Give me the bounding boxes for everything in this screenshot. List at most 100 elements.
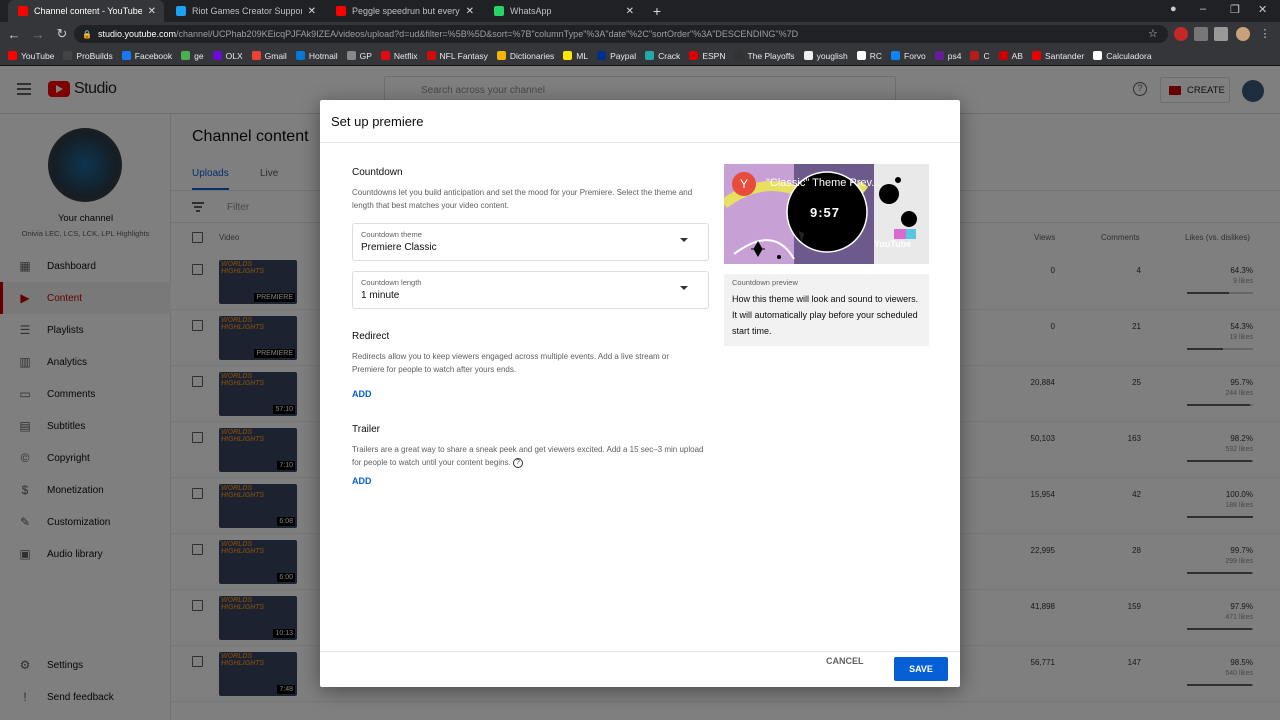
countdown-preview-caption: Countdown preview bbox=[732, 278, 798, 287]
bookmark-item[interactable]: ESPN bbox=[689, 51, 725, 61]
bookmark-favicon-icon bbox=[803, 51, 813, 60]
bookmark-label: Dictionaries bbox=[509, 50, 555, 61]
bookmark-item[interactable]: NFL Fantasy bbox=[426, 50, 488, 61]
cancel-button[interactable]: CANCEL bbox=[826, 656, 864, 666]
bookmark-item[interactable]: ProBuilds bbox=[63, 50, 113, 61]
bookmark-item[interactable]: C bbox=[970, 51, 990, 61]
bookmark-item[interactable]: Forvo bbox=[891, 51, 926, 61]
browser-tab[interactable]: Riot Games Creator Support no T ✕ bbox=[166, 0, 324, 22]
browser-tab[interactable]: Peggle speedrun but every death ✕ bbox=[326, 0, 482, 22]
bookmark-label: ESPN bbox=[702, 50, 726, 61]
preview-video-title: "Classic" Theme Prev... bbox=[766, 177, 881, 189]
bookmark-label: Netflix bbox=[393, 50, 418, 61]
bookmark-item[interactable]: YouTube bbox=[8, 51, 54, 61]
bookmark-label: Crack bbox=[658, 50, 681, 61]
bookmark-item[interactable]: Gmail bbox=[251, 51, 287, 61]
bookmark-item[interactable]: Crack bbox=[645, 51, 680, 61]
bookmark-label: Forvo bbox=[904, 50, 926, 61]
bookmark-label: Calculadora bbox=[1106, 50, 1152, 61]
bookmark-item[interactable]: Paypal bbox=[597, 51, 636, 61]
countdown-preview-video[interactable]: Y "Classic" Theme Prev... 9:57 YouTube bbox=[724, 164, 929, 264]
bookmark-item[interactable]: Netflix bbox=[380, 50, 418, 61]
close-tab-icon[interactable]: ✕ bbox=[148, 6, 156, 17]
bookmark-item[interactable]: OLX bbox=[212, 50, 243, 61]
bookmark-favicon-icon bbox=[970, 51, 980, 60]
profile-icon[interactable]: ● bbox=[1170, 3, 1177, 15]
redirect-description: Redirects allow you to keep viewers enga… bbox=[352, 352, 670, 374]
extension-icon[interactable] bbox=[1174, 27, 1188, 41]
close-window-icon[interactable]: ✕ bbox=[1258, 3, 1267, 16]
bookmark-favicon-icon bbox=[63, 51, 73, 60]
url-path: /channel/UCPhab209KEicqPJFAk9IZEA/videos… bbox=[176, 29, 799, 39]
bookmark-favicon-icon bbox=[496, 51, 506, 60]
close-tab-icon[interactable]: ✕ bbox=[308, 6, 316, 17]
bookmark-item[interactable]: RC bbox=[856, 50, 883, 61]
tab-favicon-icon bbox=[18, 6, 28, 16]
bookmark-favicon-icon bbox=[212, 51, 222, 60]
trailer-description: Trailers are a great way to share a snea… bbox=[352, 443, 714, 469]
preview-youtube-watermark: YouTube bbox=[874, 239, 912, 249]
bookmark-favicon-icon bbox=[1093, 51, 1103, 60]
bookmark-item[interactable]: ps4 bbox=[934, 50, 962, 61]
bookmark-item[interactable]: AB bbox=[998, 50, 1023, 61]
dialog-title: Set up premiere bbox=[331, 113, 424, 129]
save-button[interactable]: SAVE bbox=[894, 657, 948, 681]
profile-avatar[interactable] bbox=[1236, 27, 1250, 41]
url-field[interactable]: 🔒 studio.youtube.com/channel/UCPhab209KE… bbox=[74, 25, 1168, 43]
bookmark-item[interactable]: ge bbox=[181, 51, 204, 61]
bookmark-favicon-icon bbox=[734, 51, 744, 60]
browser-tab[interactable]: Channel content - YouTube S ✕ bbox=[8, 0, 164, 22]
new-tab-button[interactable]: + bbox=[650, 4, 664, 18]
bookmark-label: The Playoffs bbox=[747, 50, 795, 61]
back-icon[interactable]: ← bbox=[4, 24, 24, 44]
bookmark-favicon-icon bbox=[934, 51, 944, 60]
bookmark-label: NFL Fantasy bbox=[439, 50, 488, 61]
bookmark-favicon-icon bbox=[251, 51, 261, 60]
maximize-icon[interactable]: ❐ bbox=[1230, 3, 1240, 16]
bookmark-label: ps4 bbox=[947, 50, 962, 61]
bookmark-item[interactable]: Calculadora bbox=[1093, 50, 1152, 61]
bookmark-item[interactable]: youglish bbox=[803, 50, 848, 61]
bookmark-favicon-icon bbox=[597, 51, 607, 60]
bookmark-label: youglish bbox=[816, 50, 848, 61]
trailer-description-text: Trailers are a great way to share a snea… bbox=[352, 445, 704, 467]
bookmark-item[interactable]: Facebook bbox=[121, 51, 172, 61]
minimize-icon[interactable]: – bbox=[1200, 3, 1206, 15]
bookmark-item[interactable]: The Playoffs bbox=[734, 50, 795, 61]
preview-countdown-timer: 9:57 bbox=[810, 205, 841, 220]
countdown-length-select[interactable]: Countdown length 1 minute bbox=[352, 271, 709, 309]
tab-title: Channel content - YouTube S bbox=[34, 6, 142, 16]
bookmark-star-icon[interactable]: ☆ bbox=[1148, 27, 1162, 41]
tab-title: WhatsApp bbox=[510, 6, 552, 16]
chrome-menu-icon[interactable]: ⋮ bbox=[1258, 27, 1272, 41]
bookmark-label: Paypal bbox=[610, 50, 637, 61]
bookmark-label: ProBuilds bbox=[76, 50, 113, 61]
redirect-add-button[interactable]: ADD bbox=[352, 389, 372, 399]
bookmark-label: YouTube bbox=[21, 50, 55, 61]
bookmark-favicon-icon bbox=[689, 51, 699, 60]
trailer-add-button[interactable]: ADD bbox=[352, 476, 372, 486]
bookmark-item[interactable]: ML bbox=[563, 51, 588, 61]
bookmark-label: AB bbox=[1011, 50, 1023, 61]
bookmark-item[interactable]: Santander bbox=[1031, 51, 1084, 61]
help-circle-icon[interactable]: ? bbox=[513, 457, 523, 468]
close-tab-icon[interactable]: ✕ bbox=[626, 6, 634, 17]
bookmark-label: RC bbox=[869, 50, 883, 61]
bookmark-item[interactable]: Dictionaries bbox=[496, 50, 555, 61]
dropdown-arrow-icon bbox=[680, 286, 688, 290]
bookmark-favicon-icon bbox=[856, 51, 866, 60]
reading-list-icon[interactable] bbox=[1214, 27, 1228, 41]
dropdown-arrow-icon bbox=[680, 238, 688, 242]
bookmark-favicon-icon bbox=[8, 51, 17, 60]
bookmark-item[interactable]: GP bbox=[346, 51, 372, 61]
bookmark-favicon-icon bbox=[380, 51, 390, 60]
countdown-theme-select[interactable]: Countdown theme Premiere Classic bbox=[352, 223, 709, 261]
forward-icon[interactable]: → bbox=[28, 24, 48, 44]
extensions-puzzle-icon[interactable] bbox=[1194, 27, 1208, 41]
bookmark-favicon-icon bbox=[121, 51, 131, 60]
close-tab-icon[interactable]: ✕ bbox=[466, 6, 474, 17]
browser-tab[interactable]: WhatsApp ✕ bbox=[484, 0, 642, 22]
reload-icon[interactable]: ↻ bbox=[52, 24, 72, 44]
bookmark-label: OLX bbox=[225, 50, 243, 61]
bookmark-item[interactable]: Hotmail bbox=[295, 51, 338, 61]
